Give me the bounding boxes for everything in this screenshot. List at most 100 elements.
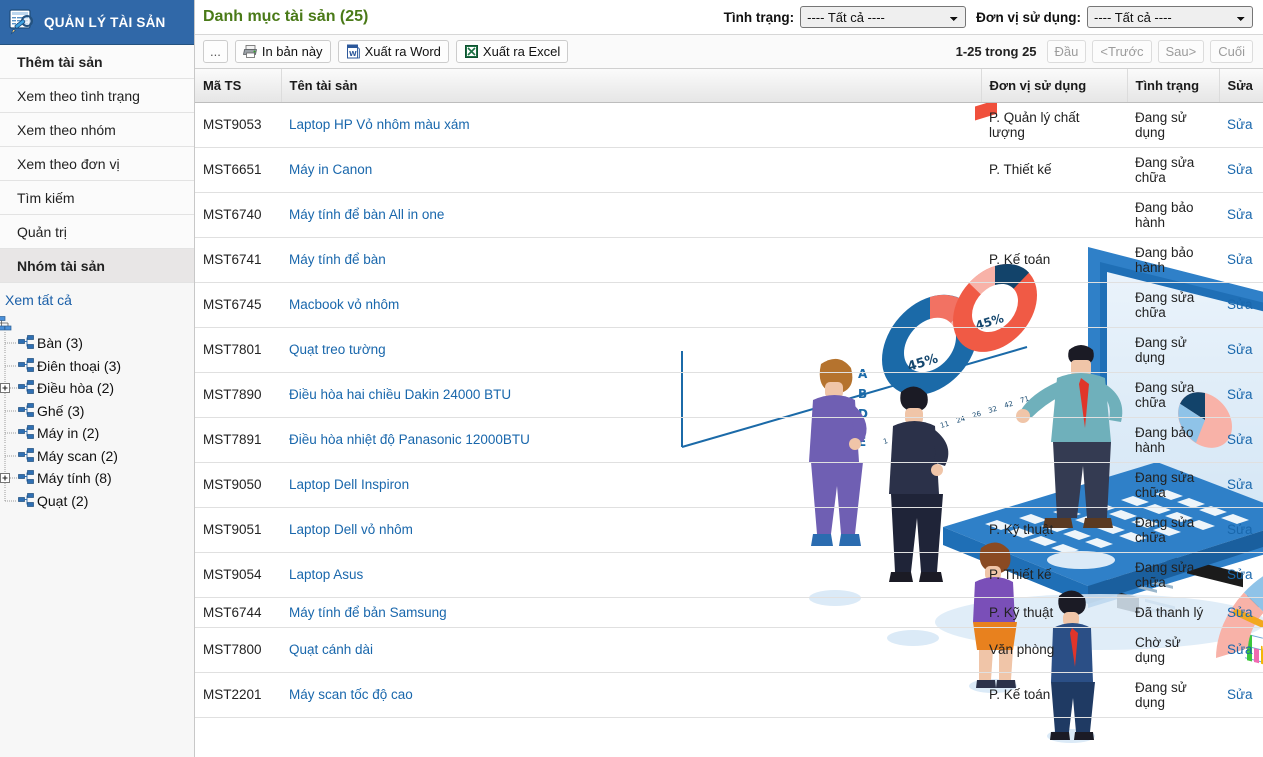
cell-status: Đang bảo hành [1127, 417, 1219, 463]
cell-name[interactable]: Điều hòa nhiệt độ Panasonic 12000BTU [281, 417, 981, 463]
pagination-next-button[interactable]: Sau> [1157, 40, 1205, 63]
cell-edit[interactable]: Sửa [1219, 552, 1263, 598]
cell-name-link[interactable]: Laptop HP Vỏ nhôm màu xám [289, 117, 470, 132]
cell-name[interactable]: Macbook vỏ nhôm [281, 282, 981, 328]
cell-name-link[interactable]: Máy tính để bàn [289, 252, 386, 267]
tree-node-3[interactable]: Ghế (3) [0, 399, 194, 423]
export-excel-button[interactable]: Xuất ra Excel [455, 40, 569, 63]
cell-name-link[interactable]: Macbook vỏ nhôm [289, 297, 399, 312]
view-all-link[interactable]: Xem tất cả [5, 292, 72, 308]
cell-name[interactable]: Laptop Asus [281, 552, 981, 598]
tree-node-label[interactable]: Máy tính (8) [37, 470, 112, 486]
tree-node-label[interactable]: Ghế (3) [37, 403, 84, 419]
tree-node-1[interactable]: Điên thoại (3) [0, 354, 194, 378]
cell-name-link[interactable]: Quạt treo tường [289, 342, 386, 357]
tree-node-icon [18, 492, 34, 507]
column-header-code[interactable]: Mã TS [195, 69, 282, 103]
cell-edit[interactable]: Sửa [1219, 147, 1263, 193]
pagination-first-button[interactable]: Đầu [1046, 40, 1087, 63]
column-header-unit[interactable]: Đơn vị sử dụng [981, 69, 1128, 103]
cell-name-link[interactable]: Máy tính để bản Samsung [289, 605, 447, 620]
tree-node-4[interactable]: Máy in (2) [0, 422, 194, 445]
cell-edit-link[interactable]: Sửa [1227, 297, 1253, 312]
cell-edit[interactable]: Sửa [1219, 237, 1263, 283]
sidebar-nav-item-6[interactable]: Nhóm tài sản [0, 249, 194, 283]
export-word-button[interactable]: W Xuất ra Word [337, 40, 449, 63]
column-header-status[interactable]: Tình trạng [1127, 69, 1220, 103]
tree-node-2[interactable]: Điều hòa (2) [0, 377, 194, 400]
sidebar-nav-item-1[interactable]: Xem theo tình trạng [0, 79, 194, 113]
cell-edit[interactable]: Sửa [1219, 327, 1263, 373]
cell-edit[interactable]: Sửa [1219, 417, 1263, 463]
cell-name-link[interactable]: Quạt cánh dài [289, 642, 373, 657]
cell-edit-link[interactable]: Sửa [1227, 207, 1253, 222]
cell-name[interactable]: Quạt treo tường [281, 327, 981, 373]
column-header-name[interactable]: Tên tài sản [281, 69, 982, 103]
cell-name-link[interactable]: Máy in Canon [289, 162, 372, 177]
cell-name-link[interactable]: Điều hòa nhiệt độ Panasonic 12000BTU [289, 432, 530, 447]
cell-name[interactable]: Điều hòa hai chiều Dakin 24000 BTU [281, 372, 981, 418]
cell-edit-link[interactable]: Sửa [1227, 387, 1253, 402]
cell-edit-link[interactable]: Sửa [1227, 567, 1253, 582]
status-filter[interactable]: ---- Tất cả ---- [800, 6, 967, 28]
cell-edit[interactable]: Sửa [1219, 597, 1263, 628]
cell-name-link[interactable]: Laptop Asus [289, 567, 363, 582]
tree-node-0[interactable]: Bàn (3) [0, 332, 194, 355]
cell-name[interactable]: Máy tính để bàn [281, 237, 981, 283]
tree-node-5[interactable]: Máy scan (2) [0, 444, 194, 468]
cell-edit-link[interactable]: Sửa [1227, 687, 1253, 702]
expand-toggle-icon[interactable] [0, 467, 18, 490]
cell-edit[interactable]: Sửa [1219, 462, 1263, 508]
cell-name[interactable]: Máy scan tốc độ cao [281, 672, 981, 718]
tree-node-label[interactable]: Điều hòa (2) [37, 380, 114, 396]
cell-edit-link[interactable]: Sửa [1227, 252, 1253, 267]
sidebar-nav-item-5[interactable]: Quản trị [0, 215, 194, 249]
cell-edit-link[interactable]: Sửa [1227, 342, 1253, 357]
tree-node-label[interactable]: Bàn (3) [37, 335, 83, 351]
more-options-button[interactable]: ... [203, 40, 228, 63]
cell-edit[interactable]: Sửa [1219, 102, 1263, 148]
cell-edit[interactable]: Sửa [1219, 507, 1263, 553]
pagination-last-button[interactable]: Cuối [1210, 40, 1253, 63]
cell-edit[interactable]: Sửa [1219, 372, 1263, 418]
print-button[interactable]: In bản này [234, 40, 331, 63]
cell-edit[interactable]: Sửa [1219, 672, 1263, 718]
sidebar-nav-item-2[interactable]: Xem theo nhóm [0, 113, 194, 147]
cell-edit-link[interactable]: Sửa [1227, 117, 1253, 132]
cell-name[interactable]: Máy tính để bàn All in one [281, 192, 981, 238]
cell-edit-link[interactable]: Sửa [1227, 162, 1253, 177]
tree-node-label[interactable]: Máy in (2) [37, 425, 99, 441]
sidebar-nav-item-0[interactable]: Thêm tài sản [0, 45, 194, 79]
tree-node-label[interactable]: Điên thoại (3) [37, 358, 121, 374]
cell-name[interactable]: Laptop HP Vỏ nhôm màu xám [281, 102, 981, 148]
cell-name-link[interactable]: Máy tính để bàn All in one [289, 207, 444, 222]
content-column: Danh mục tài sản (25) Tình trạng: ---- T… [195, 0, 1263, 757]
cell-name-link[interactable]: Máy scan tốc độ cao [289, 687, 413, 702]
cell-edit[interactable]: Sửa [1219, 627, 1263, 673]
cell-name-link[interactable]: Laptop Dell Inspiron [289, 477, 409, 492]
sidebar-nav-item-3[interactable]: Xem theo đơn vị [0, 147, 194, 181]
tree-node-label[interactable]: Máy scan (2) [37, 448, 118, 464]
cell-edit-link[interactable]: Sửa [1227, 642, 1253, 657]
cell-name-link[interactable]: Điều hòa hai chiều Dakin 24000 BTU [289, 387, 511, 402]
cell-name[interactable]: Máy in Canon [281, 147, 981, 193]
tree-node-6[interactable]: Máy tính (8) [0, 467, 194, 490]
tree-node-label[interactable]: Quạt (2) [37, 493, 88, 509]
cell-name[interactable]: Quạt cánh dài [281, 627, 981, 673]
cell-name[interactable]: Laptop Dell Inspiron [281, 462, 981, 508]
cell-edit-link[interactable]: Sửa [1227, 605, 1253, 620]
expand-toggle-icon[interactable] [0, 377, 18, 400]
cell-edit-link[interactable]: Sửa [1227, 522, 1253, 537]
sidebar-nav-item-4[interactable]: Tìm kiếm [0, 181, 194, 215]
cell-status: Đang sửa chữa [1127, 282, 1219, 328]
tree-node-7[interactable]: Quạt (2) [0, 489, 194, 513]
cell-name[interactable]: Laptop Dell vỏ nhôm [281, 507, 981, 553]
cell-edit[interactable]: Sửa [1219, 192, 1263, 238]
cell-name[interactable]: Máy tính để bản Samsung [281, 597, 981, 628]
cell-name-link[interactable]: Laptop Dell vỏ nhôm [289, 522, 413, 537]
cell-edit[interactable]: Sửa [1219, 282, 1263, 328]
unit-filter[interactable]: ---- Tất cả ---- [1087, 6, 1253, 28]
cell-edit-link[interactable]: Sửa [1227, 432, 1253, 447]
cell-edit-link[interactable]: Sửa [1227, 477, 1253, 492]
pagination-prev-button[interactable]: <Trước [1092, 40, 1152, 63]
